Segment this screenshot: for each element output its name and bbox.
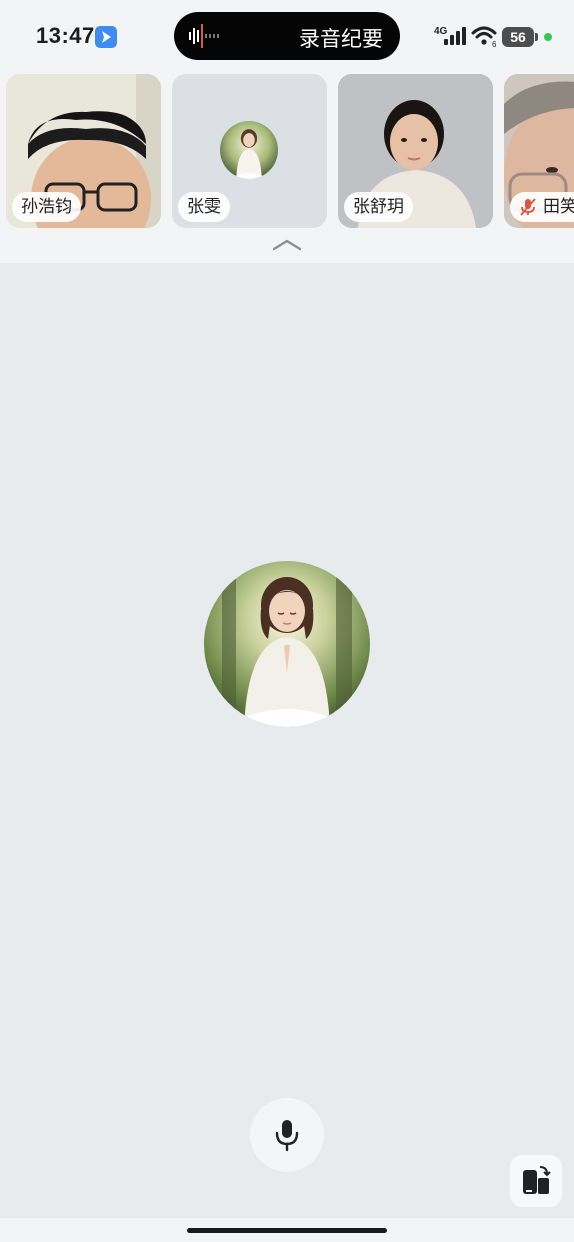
- app-shortcut-icon[interactable]: [95, 26, 117, 48]
- waveform-icon: [189, 24, 219, 48]
- mic-in-use-dot: [544, 33, 552, 41]
- device-switch-icon: [523, 1166, 551, 1194]
- status-time: 13:47: [36, 23, 95, 48]
- participant-tile[interactable]: 张雯: [172, 74, 327, 228]
- home-indicator[interactable]: [187, 1228, 387, 1233]
- chevron-up-icon[interactable]: [271, 236, 303, 252]
- participant-name-text: 田笑: [543, 197, 574, 216]
- participant-name: 张舒玥: [344, 192, 413, 222]
- participant-name: 田笑: [510, 192, 574, 222]
- recording-summary-label: 录音纪要: [299, 28, 383, 51]
- active-speaker-avatar: [204, 561, 370, 727]
- participant-tile[interactable]: 孙浩钧: [6, 74, 161, 228]
- network-type-label: 4G: [434, 26, 448, 37]
- participant-tile[interactable]: 张舒玥: [338, 74, 493, 228]
- dynamic-island[interactable]: 录音纪要: [174, 12, 400, 60]
- microphone-icon: [275, 1120, 299, 1152]
- cellular-signal-icon: 4G: [434, 26, 466, 45]
- battery-tip: [535, 33, 538, 41]
- mic-muted-icon: [520, 198, 536, 216]
- microphone-button[interactable]: [250, 1098, 324, 1172]
- participant-avatar: [220, 121, 278, 179]
- participant-name: 孙浩钧: [12, 192, 81, 222]
- device-switch-button[interactable]: [510, 1155, 562, 1207]
- status-bar: 13:47 录音纪要 4G 6 56: [0, 0, 574, 70]
- participant-strip[interactable]: 孙浩钧 张雯 张舒玥 田笑: [0, 70, 574, 263]
- wifi-icon: 6: [471, 26, 497, 49]
- battery-icon: 56: [502, 27, 534, 47]
- participant-name: 张雯: [178, 192, 230, 222]
- participant-tile[interactable]: 田笑: [504, 74, 574, 228]
- wifi-band-label: 6: [492, 40, 497, 49]
